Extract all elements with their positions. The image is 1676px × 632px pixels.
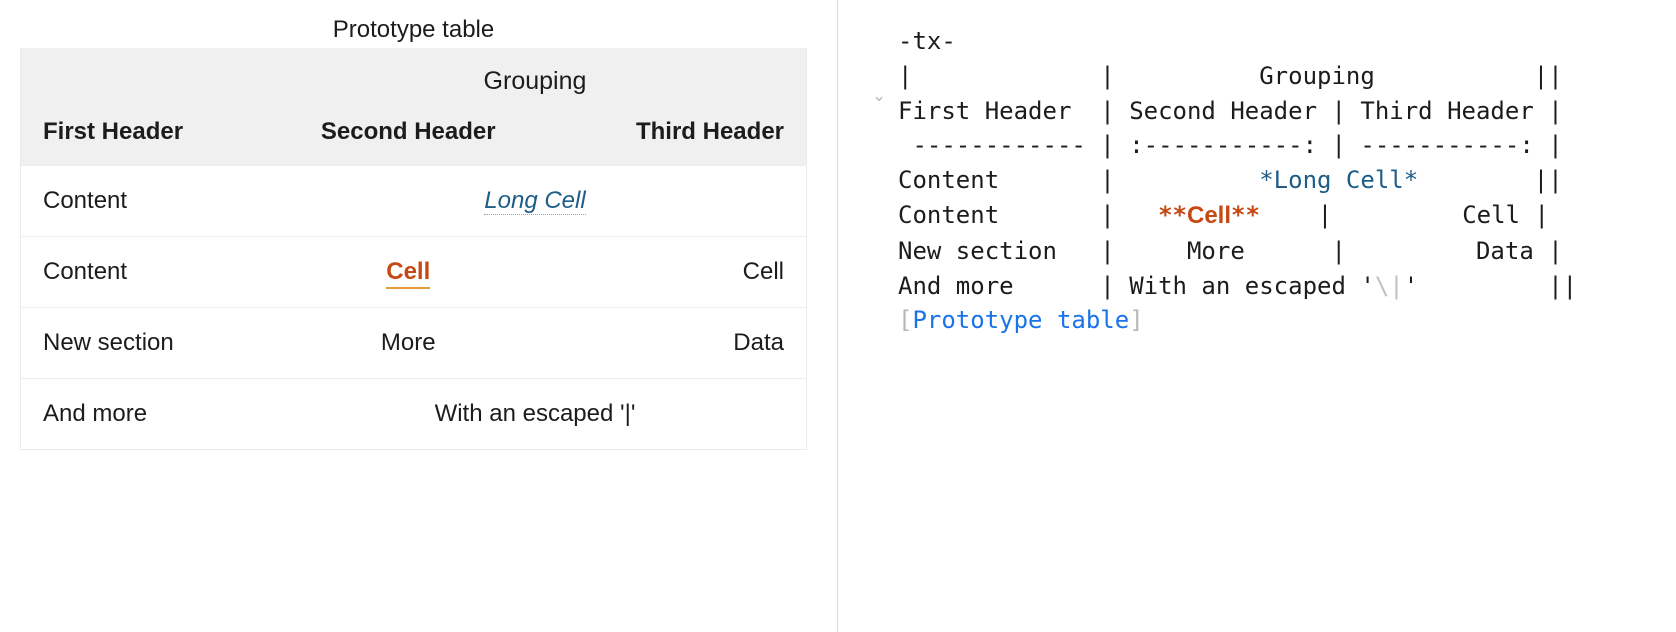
cell-strong: Cell (264, 237, 553, 308)
strong-cell-link[interactable]: Cell (386, 258, 430, 289)
source-line: Content | *Long Cell* || (898, 166, 1563, 194)
table-row: New section More Data (21, 308, 807, 379)
table-caption: Prototype table (20, 16, 807, 44)
source-caption-link: Prototype table (912, 306, 1129, 334)
source-line: New section | More | Data | (898, 237, 1563, 265)
source-line: Content | **Cell** | Cell | (898, 201, 1549, 229)
table-row: And more With an escaped '|' (21, 379, 807, 450)
source-line: | | Grouping || (898, 62, 1563, 90)
source-line: And more | With an escaped '\|' || (898, 272, 1577, 300)
cell: And more (21, 379, 264, 450)
source-editor[interactable]: -tx- | | Grouping || First Header | Seco… (838, 24, 1676, 338)
cell: Content (21, 166, 264, 237)
source-line: ------------ | :-----------: | ---------… (898, 131, 1563, 159)
table-row: Content Cell Cell (21, 237, 807, 308)
preview-pane: Prototype table Grouping First Header Se… (0, 0, 838, 632)
fold-chevron-icon[interactable]: ⌄ (872, 86, 886, 106)
cell: Data (553, 308, 807, 379)
cell: Cell (553, 237, 807, 308)
col-header-1: First Header (21, 103, 264, 166)
cell: Content (21, 237, 264, 308)
source-pane[interactable]: ⌄ -tx- | | Grouping || First Header | Se… (838, 0, 1676, 632)
cell-long: Long Cell (264, 166, 807, 237)
cell: New section (21, 308, 264, 379)
long-cell-link[interactable]: Long Cell (484, 187, 585, 215)
prototype-table: Grouping First Header Second Header Thir… (20, 48, 807, 450)
table-row: Content Long Cell (21, 166, 807, 237)
cell: More (264, 308, 553, 379)
col-header-3: Third Header (553, 103, 807, 166)
source-line: -tx- (898, 27, 956, 55)
source-line: First Header | Second Header | Third Hea… (898, 97, 1563, 125)
group-header: Grouping (264, 48, 807, 103)
source-line: [Prototype table] (898, 306, 1144, 334)
group-header-empty (21, 48, 264, 103)
cell-escaped: With an escaped '|' (264, 379, 807, 450)
source-escape: \| (1375, 272, 1404, 300)
source-emphasis: *Long Cell* (1259, 166, 1418, 194)
col-header-2: Second Header (264, 103, 553, 166)
source-strong: **Cell** (1158, 201, 1260, 229)
